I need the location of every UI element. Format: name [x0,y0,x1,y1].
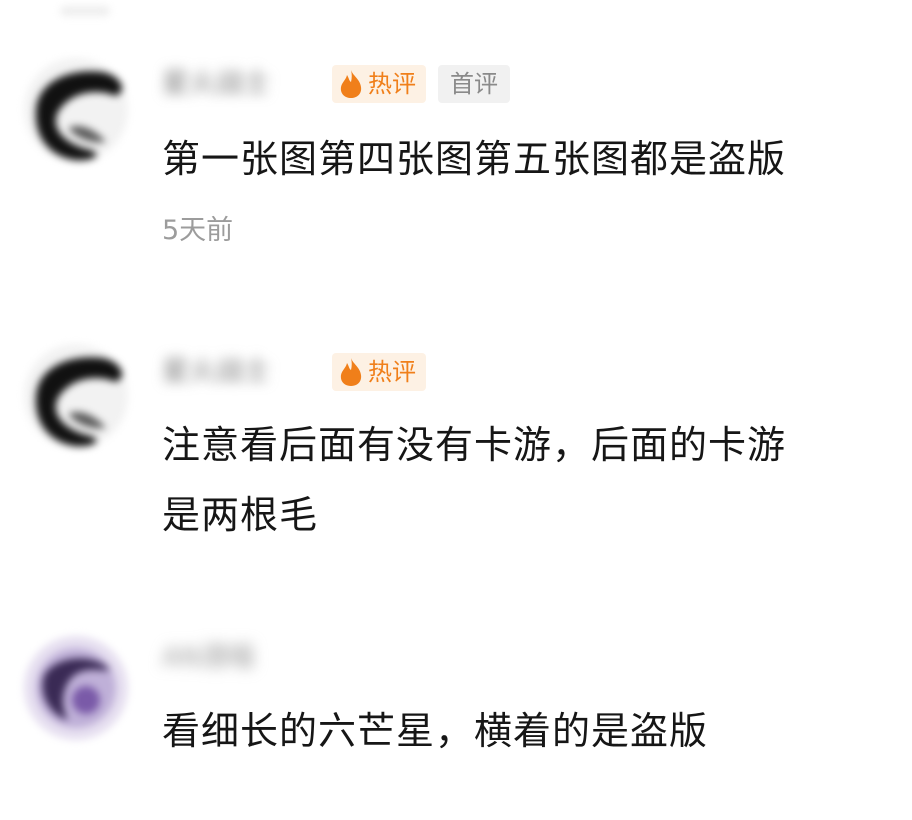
avatar-image [24,636,128,740]
flame-icon [340,70,362,98]
first-comment-badge: 首评 [438,65,510,103]
avatar-image [24,58,128,162]
comment-meta: 星火战士 热评 首评 [162,64,510,104]
comment-meta: AN酒喵 [162,638,302,678]
username[interactable]: 星火战士 [162,355,322,389]
comment-text: 第一张图第四张图第五张图都是盗版 [162,137,787,181]
hot-comment-badge: 热评 [332,65,426,103]
comment-text: 看细长的六芒星，横着的是盗版 [162,709,709,753]
avatar[interactable] [24,636,128,740]
flame-icon [340,358,362,386]
hot-badge-label: 热评 [368,358,416,386]
username[interactable]: AN酒喵 [162,641,302,675]
username[interactable]: 星火战士 [162,67,322,101]
hot-badge-label: 热评 [368,70,416,98]
avatar-image [24,344,128,448]
avatar[interactable] [24,344,128,448]
hot-comment-badge: 热评 [332,353,426,391]
comment-meta: 星火战士 热评 [162,352,426,392]
comment-text: 注意看后面有没有卡游，后面的卡游 是两根毛 [162,423,787,537]
previous-item-edge [60,6,110,16]
comment-time: 5天前 [162,215,234,246]
avatar[interactable] [24,58,128,162]
